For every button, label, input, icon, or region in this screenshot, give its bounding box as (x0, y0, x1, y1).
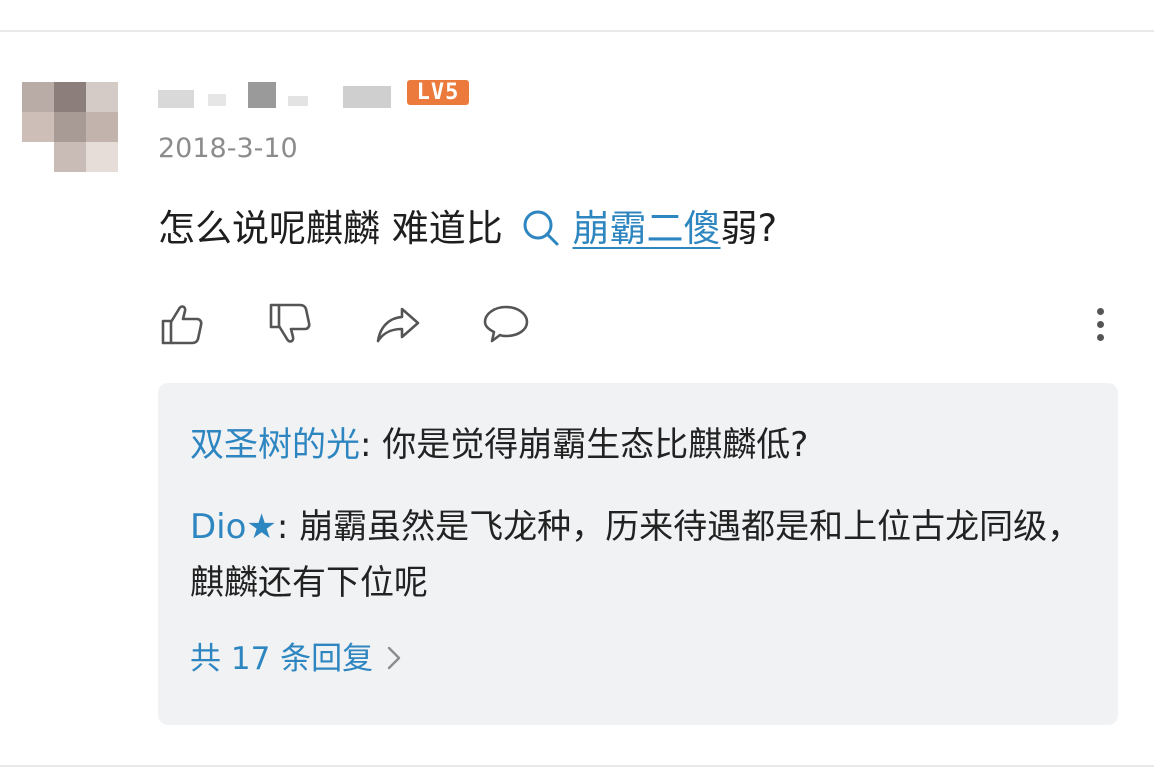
reply-text: 崩霸虽然是飞龙种，历来待遇都是和上位古龙同级，麒麟还有下位呢 (190, 507, 1082, 603)
reply-author[interactable]: 双圣树的光 (190, 425, 360, 465)
post-date: 2018-3-10 (158, 133, 298, 164)
reply-item[interactable]: Dio★: 崩霸虽然是飞龙种，历来待遇都是和上位古龙同级，麒麟还有下位呢 (190, 499, 1090, 611)
share-button[interactable] (374, 300, 422, 348)
post-text-before: 怎么说呢麒麟 难道比 (158, 207, 503, 250)
post-text-after: 弱? (720, 207, 778, 250)
replies-panel: 双圣树的光: 你是觉得崩霸生态比麒麟低? Dio★: 崩霸虽然是飞龙种，历来待遇… (158, 383, 1118, 725)
reply-separator: : (360, 425, 383, 465)
view-all-replies-link[interactable]: 共 17 条回复 (190, 636, 401, 682)
topic-link[interactable]: 崩霸二傻 (573, 207, 721, 250)
more-options-button[interactable] (1085, 300, 1115, 348)
comment-icon (483, 305, 529, 343)
top-divider (0, 30, 1154, 32)
comment-button[interactable] (482, 300, 530, 348)
post-content: 怎么说呢麒麟 难道比 崩霸二傻弱? (158, 202, 777, 256)
comment-page: LV5 2018-3-10 怎么说呢麒麟 难道比 崩霸二傻弱? 双圣树的光: 你… (0, 0, 1154, 775)
thumbs-up-icon (161, 305, 203, 345)
search-icon (523, 210, 559, 245)
bottom-divider (0, 765, 1154, 767)
share-icon (376, 307, 420, 343)
reply-text: 你是觉得崩霸生态比麒麟低? (382, 425, 809, 465)
more-replies-label: 共 17 条回复 (190, 641, 374, 677)
more-vertical-icon-dot (1096, 320, 1104, 328)
more-vertical-icon (1096, 307, 1104, 315)
thumbs-down-icon (269, 303, 311, 343)
username[interactable] (158, 76, 408, 110)
reply-item[interactable]: 双圣树的光: 你是觉得崩霸生态比麒麟低? (190, 417, 1090, 473)
reply-author[interactable]: Dio★ (190, 507, 277, 547)
avatar[interactable] (22, 82, 118, 172)
dislike-button[interactable] (266, 300, 314, 348)
reply-separator: : (276, 507, 300, 547)
more-vertical-icon-dot (1096, 333, 1104, 341)
like-button[interactable] (158, 300, 206, 348)
chevron-right-icon (387, 646, 401, 669)
level-badge: LV5 (407, 80, 469, 105)
